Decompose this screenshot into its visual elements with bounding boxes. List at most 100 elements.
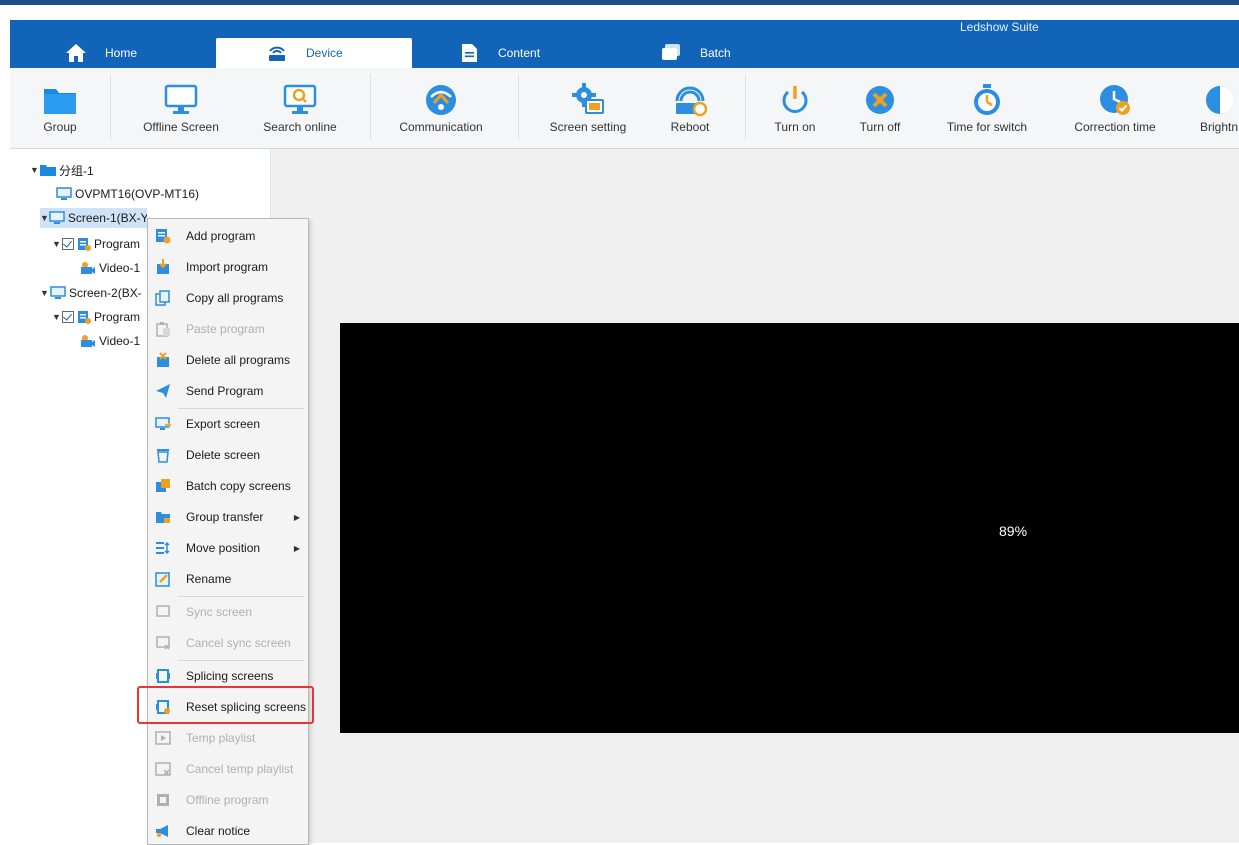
screen-setting-button[interactable]: Screen setting xyxy=(543,68,633,148)
tree-video2-node[interactable]: Video-1 xyxy=(80,331,147,351)
tab-batch[interactable]: Batch xyxy=(660,38,790,68)
menu-item-move-position[interactable]: Move position ▶ xyxy=(148,534,308,562)
offline-program-icon xyxy=(154,791,172,809)
timer-icon xyxy=(969,82,1005,118)
send-icon xyxy=(154,382,172,400)
menu-item-clear-notice[interactable]: Clear notice xyxy=(148,817,308,845)
batch-icon xyxy=(660,42,682,64)
tab-label: Content xyxy=(498,46,541,60)
export-icon xyxy=(154,415,172,433)
offline-screen-button[interactable]: Offline Screen xyxy=(135,68,227,148)
menu-item-export-screen[interactable]: Export screen xyxy=(148,410,308,438)
menu-item-delete-screen[interactable]: Delete screen xyxy=(148,441,308,469)
tree-program2-node[interactable]: ▼ Program xyxy=(52,307,147,327)
folder-icon xyxy=(42,82,78,118)
cancel-playlist-icon xyxy=(154,760,172,778)
turn-off-button[interactable]: Turn off xyxy=(850,68,910,148)
menu-divider xyxy=(178,660,304,661)
top-border xyxy=(0,0,1239,5)
communication-icon xyxy=(423,82,459,118)
document-icon xyxy=(458,42,480,64)
program-icon xyxy=(77,237,91,251)
move-icon xyxy=(154,539,172,557)
communication-button[interactable]: Communication xyxy=(395,68,487,148)
correction-time-button[interactable]: Correction time xyxy=(1065,68,1165,148)
menu-divider xyxy=(178,408,304,409)
tab-label: Device xyxy=(306,46,343,60)
turn-on-button[interactable]: Turn on xyxy=(765,68,825,148)
tree-group-node[interactable]: ▼ 分组-1 xyxy=(30,160,94,180)
monitor-icon xyxy=(50,286,66,300)
video-icon xyxy=(80,334,96,348)
cancel-sync-icon xyxy=(154,634,172,652)
menu-item-delete-all-programs[interactable]: Delete all programs xyxy=(148,346,308,374)
menu-item-rename[interactable]: Rename xyxy=(148,565,308,593)
menu-item-add-program[interactable]: Add program xyxy=(148,222,308,250)
reboot-button[interactable]: Reboot xyxy=(660,68,720,148)
tab-device[interactable]: Device xyxy=(216,38,412,68)
progress-text: 89% xyxy=(999,523,1028,539)
menu-item-offline-program[interactable]: Offline program xyxy=(148,786,308,814)
expand-arrow-icon[interactable]: ▼ xyxy=(30,165,40,175)
ribbon-toolbar: Group Offline Screen Search online Commu… xyxy=(10,68,1239,149)
router-icon xyxy=(266,42,288,64)
monitor-icon xyxy=(56,187,72,201)
folder-transfer-icon xyxy=(154,508,172,526)
tree-device-node[interactable]: OVPMT16(OVP-MT16) xyxy=(56,184,199,204)
tree-screen1-node[interactable]: ▼ Screen-1(BX-Y5E1/BX)VC-t... xyxy=(40,208,147,228)
expand-arrow-icon[interactable]: ▼ xyxy=(52,312,62,322)
power-off-icon xyxy=(862,82,898,118)
menu-item-batch-copy-screens[interactable]: Batch copy screens xyxy=(148,472,308,500)
delete-programs-icon xyxy=(154,351,172,369)
menu-item-send-program[interactable]: Send Program xyxy=(148,377,308,405)
monitor-icon xyxy=(163,82,199,118)
time-for-switch-button[interactable]: Time for switch xyxy=(937,68,1037,148)
header-bar: Ledshow Suite Home Device Content Batch xyxy=(10,20,1239,68)
sync-icon xyxy=(154,603,172,621)
context-menu: Add program Import program Copy all prog… xyxy=(147,218,309,845)
ribbon-divider xyxy=(110,74,111,140)
tree-program1-node[interactable]: ▼ Program xyxy=(52,234,147,254)
tab-home[interactable]: Home xyxy=(65,38,195,68)
program-checkbox[interactable] xyxy=(62,238,74,250)
menu-item-paste-program[interactable]: Paste program xyxy=(148,315,308,343)
menu-item-copy-all-programs[interactable]: Copy all programs xyxy=(148,284,308,312)
tree-video1-node[interactable]: Video-1 xyxy=(80,258,147,278)
home-icon xyxy=(65,42,87,64)
tab-label: Batch xyxy=(700,46,731,60)
expand-arrow-icon[interactable]: ▼ xyxy=(40,288,50,298)
ribbon-divider xyxy=(745,74,746,140)
tab-label: Home xyxy=(105,46,138,60)
clock-check-icon xyxy=(1097,82,1133,118)
tree-screen2-node[interactable]: ▼ Screen-2(BX- xyxy=(40,283,147,303)
playlist-icon xyxy=(154,729,172,747)
highlight-box xyxy=(137,686,314,724)
menu-item-cancel-temp-playlist[interactable]: Cancel temp playlist xyxy=(148,755,308,783)
power-on-icon xyxy=(777,82,813,118)
tab-content[interactable]: Content xyxy=(458,38,588,68)
brightness-icon xyxy=(1202,82,1238,118)
brightness-button[interactable]: Brightn xyxy=(1190,68,1239,148)
reboot-icon xyxy=(672,82,708,118)
expand-arrow-icon[interactable]: ▼ xyxy=(40,213,49,223)
folder-icon xyxy=(40,164,56,176)
menu-item-sync-screen[interactable]: Sync screen xyxy=(148,598,308,626)
menu-divider xyxy=(178,596,304,597)
expand-arrow-icon[interactable]: ▼ xyxy=(52,239,62,249)
splice-icon xyxy=(154,667,172,685)
program-checkbox[interactable] xyxy=(62,311,74,323)
menu-item-temp-playlist[interactable]: Temp playlist xyxy=(148,724,308,752)
group-button[interactable]: Group xyxy=(38,68,82,148)
ribbon-divider xyxy=(518,74,519,140)
menu-item-import-program[interactable]: Import program xyxy=(148,253,308,281)
monitor-icon xyxy=(49,211,65,225)
settings-gear-icon xyxy=(570,82,606,118)
menu-item-group-transfer[interactable]: Group transfer ▶ xyxy=(148,503,308,531)
video-icon xyxy=(80,261,96,275)
screen-preview[interactable] xyxy=(340,323,1239,733)
batch-copy-icon xyxy=(154,477,172,495)
app-title: Ledshow Suite xyxy=(960,20,1039,34)
menu-item-cancel-sync-screen[interactable]: Cancel sync screen xyxy=(148,629,308,657)
search-online-button[interactable]: Search online xyxy=(255,68,345,148)
trash-icon xyxy=(154,446,172,464)
